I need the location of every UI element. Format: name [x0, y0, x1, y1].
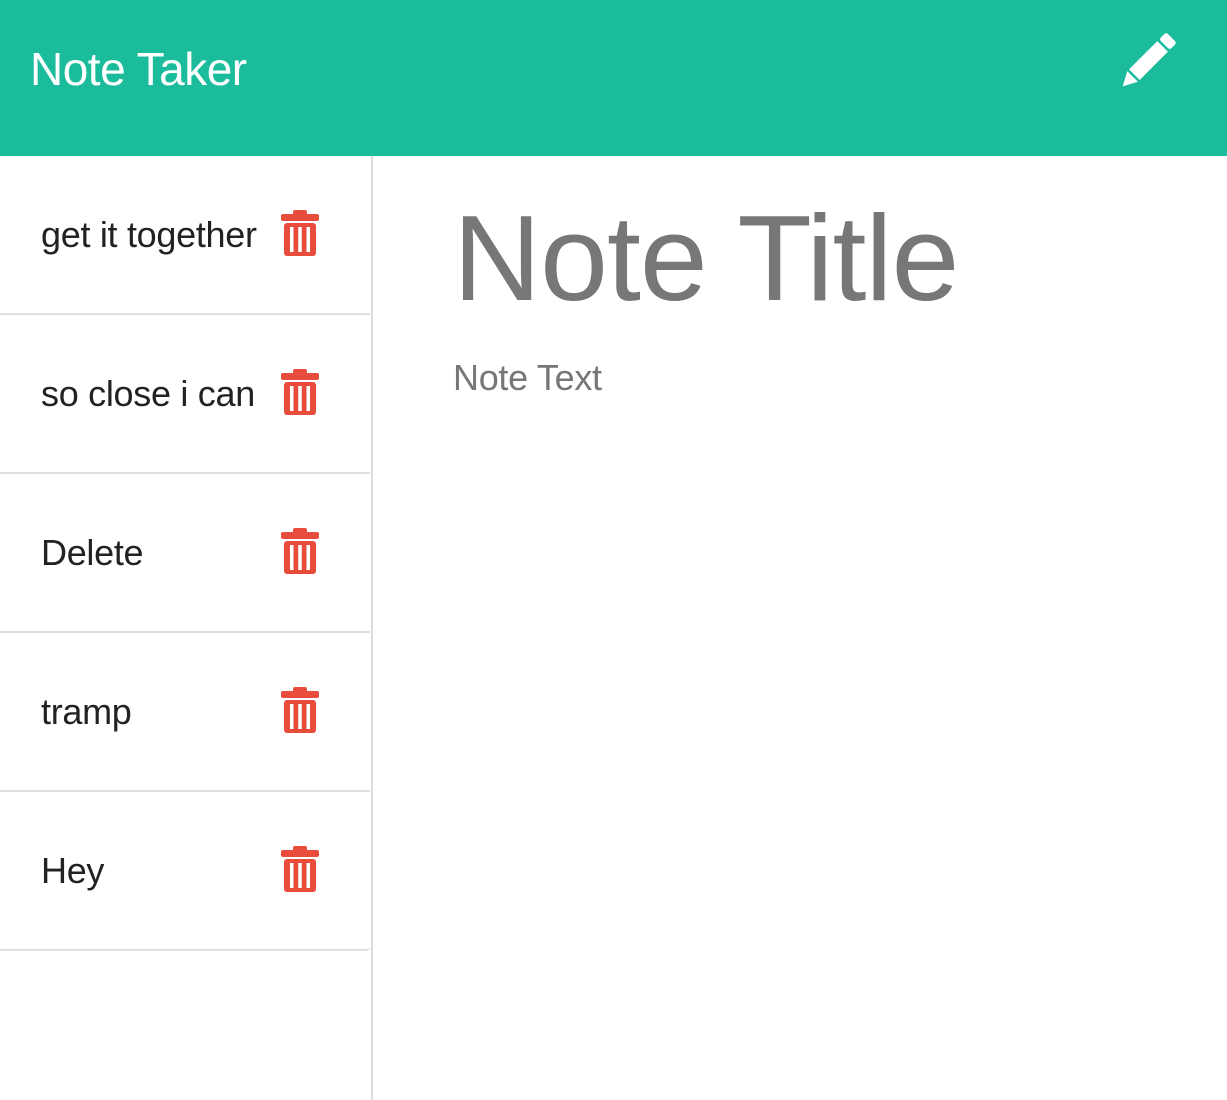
list-item[interactable]: get it together	[0, 156, 370, 315]
note-list-title: tramp	[41, 690, 132, 732]
trash-icon	[281, 686, 319, 737]
list-item[interactable]: so close i can	[0, 315, 370, 474]
trash-icon	[281, 209, 319, 260]
delete-note-button[interactable]	[280, 845, 320, 896]
list-item[interactable]: Delete	[0, 474, 370, 633]
sidebar: get it together so close i can Delete tr…	[0, 156, 373, 1100]
pencil-icon	[1114, 31, 1178, 99]
note-title-input[interactable]	[453, 188, 1193, 328]
new-note-button[interactable]	[1108, 30, 1184, 100]
list-item[interactable]: Hey	[0, 792, 370, 951]
note-list-title: so close i can	[41, 372, 255, 414]
delete-note-button[interactable]	[280, 368, 320, 419]
brand-title[interactable]: Note Taker	[30, 40, 247, 98]
trash-icon	[281, 845, 319, 896]
note-list-title: get it together	[41, 213, 257, 255]
note-editor	[375, 156, 1227, 1100]
trash-icon	[281, 368, 319, 419]
note-list: get it together so close i can Delete tr…	[0, 156, 370, 951]
trash-icon	[281, 527, 319, 578]
delete-note-button[interactable]	[280, 527, 320, 578]
note-list-title: Delete	[41, 531, 144, 573]
navbar: Note Taker	[0, 0, 1227, 156]
delete-note-button[interactable]	[280, 686, 320, 737]
delete-note-button[interactable]	[280, 209, 320, 260]
list-item[interactable]: tramp	[0, 633, 370, 792]
note-text-input[interactable]	[453, 354, 1193, 1054]
note-list-title: Hey	[41, 849, 105, 891]
